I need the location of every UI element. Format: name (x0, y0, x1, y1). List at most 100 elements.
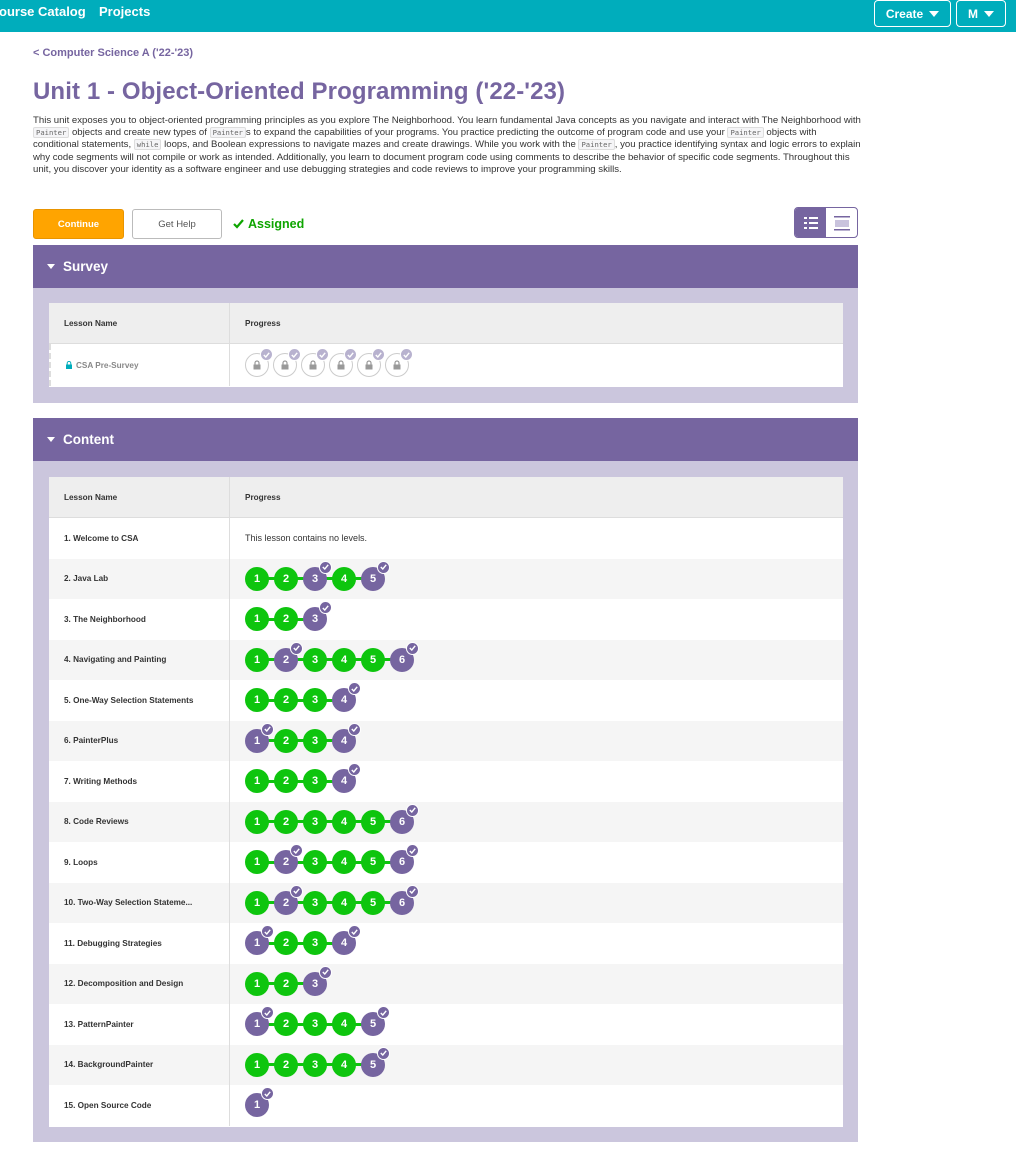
completed-level-bubble[interactable]: 2 (274, 1012, 298, 1037)
completed-level-bubble[interactable]: 4 (332, 1052, 356, 1077)
completed-level-bubble[interactable]: 1 (245, 890, 269, 915)
completed-level-bubble[interactable]: 1 (245, 688, 269, 713)
assessment-level-bubble[interactable]: 1 (245, 722, 274, 753)
assessment-level-bubble[interactable]: 1 (245, 925, 274, 956)
completed-level-bubble[interactable]: 4 (332, 850, 356, 875)
completed-level-bubble[interactable]: 1 (245, 971, 269, 996)
lesson-name[interactable]: 1. Welcome to CSA (49, 518, 230, 559)
assessment-level-bubble[interactable]: 4 (332, 763, 361, 794)
completed-level-bubble[interactable]: 1 (245, 566, 269, 591)
summary-view-button[interactable] (826, 208, 857, 237)
completed-level-bubble[interactable]: 5 (361, 647, 385, 672)
lesson-name[interactable]: 7. Writing Methods (49, 761, 230, 802)
completed-level-bubble[interactable]: 2 (274, 971, 298, 996)
completed-level-bubble[interactable]: 2 (274, 566, 298, 591)
assessment-level-bubble[interactable]: 2 (274, 884, 303, 915)
completed-level-bubble[interactable]: 5 (361, 809, 385, 834)
assessment-level-bubble[interactable]: 6 (390, 844, 419, 875)
lesson-name[interactable]: CSA Pre-Survey (51, 344, 230, 386)
locked-level-bubble[interactable] (245, 348, 273, 377)
content-section-header[interactable]: Content (33, 418, 858, 461)
completed-level-bubble[interactable]: 3 (303, 769, 327, 794)
completed-level-bubble[interactable]: 5 (361, 850, 385, 875)
assessment-level-bubble[interactable]: 3 (303, 560, 332, 591)
completed-level-bubble[interactable]: 1 (245, 1052, 269, 1077)
completed-level-bubble[interactable]: 3 (303, 688, 327, 713)
completed-level-bubble[interactable]: 1 (245, 850, 269, 875)
lesson-name[interactable]: 10. Two-Way Selection Stateme... (49, 882, 230, 923)
completed-level-bubble[interactable]: 4 (332, 647, 356, 672)
locked-level-bubble[interactable] (329, 348, 357, 377)
completed-level-bubble[interactable]: 5 (361, 890, 385, 915)
assessment-level-bubble[interactable]: 3 (303, 965, 332, 996)
progress-bubbles: 1 (245, 1087, 274, 1118)
lesson-name[interactable]: 8. Code Reviews (49, 801, 230, 842)
lesson-name[interactable]: 9. Loops (49, 842, 230, 883)
completed-level-bubble[interactable]: 3 (303, 890, 327, 915)
lesson-name[interactable]: 2. Java Lab (49, 558, 230, 599)
completed-level-bubble[interactable]: 2 (274, 688, 298, 713)
assessment-level-bubble[interactable]: 2 (274, 844, 303, 875)
assessment-level-bubble[interactable]: 2 (274, 641, 303, 672)
completed-level-bubble[interactable]: 3 (303, 931, 327, 956)
lesson-name[interactable]: 4. Navigating and Painting (49, 639, 230, 680)
locked-level-bubble[interactable] (301, 348, 329, 377)
locked-level-bubble[interactable] (273, 348, 301, 377)
completed-level-bubble[interactable]: 3 (303, 728, 327, 753)
completed-level-bubble[interactable]: 2 (274, 769, 298, 794)
assessment-level-bubble[interactable]: 4 (332, 722, 361, 753)
caret-down-icon (47, 264, 55, 269)
assessment-level-bubble[interactable]: 4 (332, 925, 361, 956)
assessment-level-bubble[interactable]: 6 (390, 884, 419, 915)
assessment-level-bubble[interactable]: 5 (361, 560, 390, 591)
breadcrumb[interactable]: < Computer Science A ('22-'23) (33, 47, 193, 59)
lesson-name[interactable]: 14. BackgroundPainter (49, 1044, 230, 1085)
lesson-name[interactable]: 12. Decomposition and Design (49, 963, 230, 1004)
completed-level-bubble[interactable]: 3 (303, 647, 327, 672)
lesson-name[interactable]: 6. PainterPlus (49, 720, 230, 761)
projects-link[interactable]: Projects (99, 4, 150, 19)
completed-level-bubble[interactable]: 1 (245, 769, 269, 794)
course-catalog-link[interactable]: ourse Catalog (0, 4, 86, 19)
assessment-level-bubble[interactable]: 1 (245, 1006, 274, 1037)
completed-level-bubble[interactable]: 3 (303, 1012, 327, 1037)
completed-level-bubble[interactable]: 2 (274, 931, 298, 956)
assessment-level-bubble[interactable]: 1 (245, 1087, 274, 1118)
completed-level-bubble[interactable]: 1 (245, 647, 269, 672)
completed-level-bubble[interactable]: 2 (274, 809, 298, 834)
completed-level-bubble[interactable]: 1 (245, 607, 269, 632)
level-number: 2 (282, 775, 290, 788)
completed-level-bubble[interactable]: 3 (303, 850, 327, 875)
assessment-level-bubble[interactable]: 5 (361, 1006, 390, 1037)
completed-level-bubble[interactable]: 4 (332, 890, 356, 915)
completed-level-bubble[interactable]: 4 (332, 809, 356, 834)
lesson-name[interactable]: 13. PatternPainter (49, 1004, 230, 1045)
assessment-level-bubble[interactable]: 4 (332, 682, 361, 713)
assessment-level-bubble[interactable]: 6 (390, 803, 419, 834)
survey-section-header[interactable]: Survey (33, 245, 858, 288)
lesson-name[interactable]: 15. Open Source Code (49, 1085, 230, 1126)
completed-level-bubble[interactable]: 3 (303, 809, 327, 834)
completed-level-bubble[interactable]: 4 (332, 1012, 356, 1037)
assessment-level-bubble[interactable]: 3 (303, 601, 332, 632)
completed-level-bubble[interactable]: 2 (274, 728, 298, 753)
get-help-button[interactable]: Get Help (132, 209, 222, 239)
locked-level-bubble[interactable] (385, 348, 413, 377)
lesson-name[interactable]: 5. One-Way Selection Statements (49, 680, 230, 721)
assessment-level-bubble[interactable]: 5 (361, 1046, 390, 1077)
user-menu-button[interactable]: M (956, 0, 1006, 27)
assessment-level-bubble[interactable]: 6 (390, 641, 419, 672)
completed-level-bubble[interactable]: 2 (274, 607, 298, 632)
completed-level-bubble[interactable]: 4 (332, 566, 356, 591)
detail-view-button[interactable] (795, 208, 826, 237)
create-dropdown-button[interactable]: Create (874, 0, 951, 27)
lesson-name[interactable]: 3. The Neighborhood (49, 599, 230, 640)
locked-level-bubble[interactable] (357, 348, 385, 377)
check-badge-icon (319, 965, 332, 979)
level-number: 5 (369, 1058, 377, 1071)
completed-level-bubble[interactable]: 1 (245, 809, 269, 834)
completed-level-bubble[interactable]: 2 (274, 1052, 298, 1077)
lesson-name[interactable]: 11. Debugging Strategies (49, 923, 230, 964)
continue-button[interactable]: Continue (33, 209, 124, 239)
completed-level-bubble[interactable]: 3 (303, 1052, 327, 1077)
